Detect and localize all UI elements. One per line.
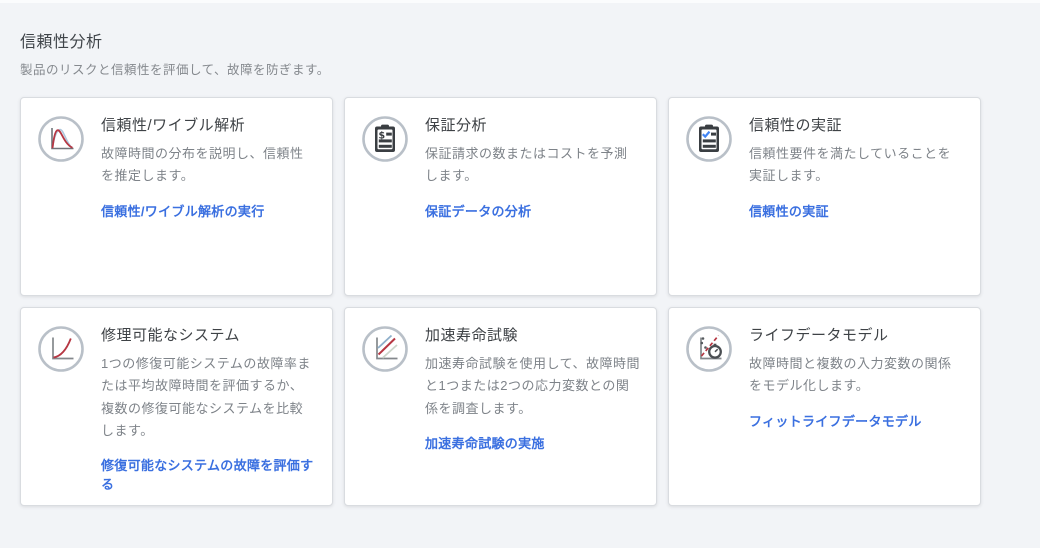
card-reliability-demonstration: 信頼性の実証 信頼性要件を満たしていることを実証します。 信頼性の実証	[668, 97, 981, 296]
warranty-clipboard-icon: $	[361, 115, 409, 163]
page-title: 信頼性分析	[20, 28, 1020, 52]
card-body: 信頼性/ワイブル解析 故障時間の分布を説明し、信頼性を推定します。 信頼性/ワイ…	[101, 113, 316, 221]
card-title: 保証分析	[425, 114, 640, 135]
reliability-analysis-page: 信頼性分析 製品のリスクと信頼性を評価して、故障を防ぎます。 信頼性/ワイブル解…	[0, 3, 1040, 506]
card-warranty-analysis: $ 保証分析 保証請求の数またはコストを予測します。 保証データの分析	[344, 97, 657, 296]
card-title: 修理可能なシステム	[101, 324, 316, 345]
card-body: 保証分析 保証請求の数またはコストを予測します。 保証データの分析	[425, 113, 640, 221]
card-repairable-systems: 修理可能なシステム 1つの修復可能システムの故障率または平均故障時間を評価するか…	[20, 307, 333, 506]
card-life-data-models: ライフデータモデル 故障時間と複数の入力変数の関係をモデル化します。 フィットラ…	[668, 307, 981, 506]
fit-life-data-model-link[interactable]: フィットライフデータモデル	[749, 411, 922, 430]
evaluate-repairable-system-link[interactable]: 修復可能なシステムの故障を評価する	[101, 455, 316, 493]
analyze-warranty-data-link[interactable]: 保証データの分析	[425, 201, 531, 220]
repairable-systems-curve-icon	[37, 325, 85, 373]
run-accelerated-life-test-link[interactable]: 加速寿命試験の実施	[425, 433, 545, 452]
demonstrate-reliability-link[interactable]: 信頼性の実証	[749, 201, 829, 220]
card-title: 信頼性/ワイブル解析	[101, 114, 316, 135]
card-description: 保証請求の数またはコストを予測します。	[425, 143, 640, 188]
page-subtitle: 製品のリスクと信頼性を評価して、故障を防ぎます。	[20, 59, 1020, 78]
reliability-demonstration-clipboard-icon	[685, 115, 733, 163]
card-body: ライフデータモデル 故障時間と複数の入力変数の関係をモデル化します。 フィットラ…	[749, 323, 964, 431]
card-title: 加速寿命試験	[425, 324, 640, 345]
card-description: 故障時間と複数の入力変数の関係をモデル化します。	[749, 353, 964, 398]
card-description: 加速寿命試験を使用して、故障時間と1つまたは2つの応力変数との関係を調査します。	[425, 353, 640, 420]
page-header: 信頼性分析 製品のリスクと信頼性を評価して、故障を防ぎます。	[20, 3, 1020, 78]
card-description: 1つの修復可能システムの故障率または平均故障時間を評価するか、複数の修復可能なシ…	[101, 353, 316, 442]
card-body: 加速寿命試験 加速寿命試験を使用して、故障時間と1つまたは2つの応力変数との関係…	[425, 323, 640, 453]
card-body: 信頼性の実証 信頼性要件を満たしていることを実証します。 信頼性の実証	[749, 113, 964, 221]
card-weibull-analysis: 信頼性/ワイブル解析 故障時間の分布を説明し、信頼性を推定します。 信頼性/ワイ…	[20, 97, 333, 296]
card-title: ライフデータモデル	[749, 324, 964, 345]
card-description: 故障時間の分布を説明し、信頼性を推定します。	[101, 143, 316, 188]
weibull-distribution-icon	[37, 115, 85, 163]
card-accelerated-life-testing: 加速寿命試験 加速寿命試験を使用して、故障時間と1つまたは2つの応力変数との関係…	[344, 307, 657, 506]
accelerated-life-test-plot-icon	[361, 325, 409, 373]
card-description: 信頼性要件を満たしていることを実証します。	[749, 143, 964, 188]
card-body: 修理可能なシステム 1つの修復可能システムの故障率または平均故障時間を評価するか…	[101, 323, 316, 494]
run-weibull-analysis-link[interactable]: 信頼性/ワイブル解析の実行	[101, 201, 265, 220]
analysis-card-grid: 信頼性/ワイブル解析 故障時間の分布を説明し、信頼性を推定します。 信頼性/ワイ…	[20, 97, 1020, 506]
life-data-model-plot-icon	[685, 325, 733, 373]
card-title: 信頼性の実証	[749, 114, 964, 135]
